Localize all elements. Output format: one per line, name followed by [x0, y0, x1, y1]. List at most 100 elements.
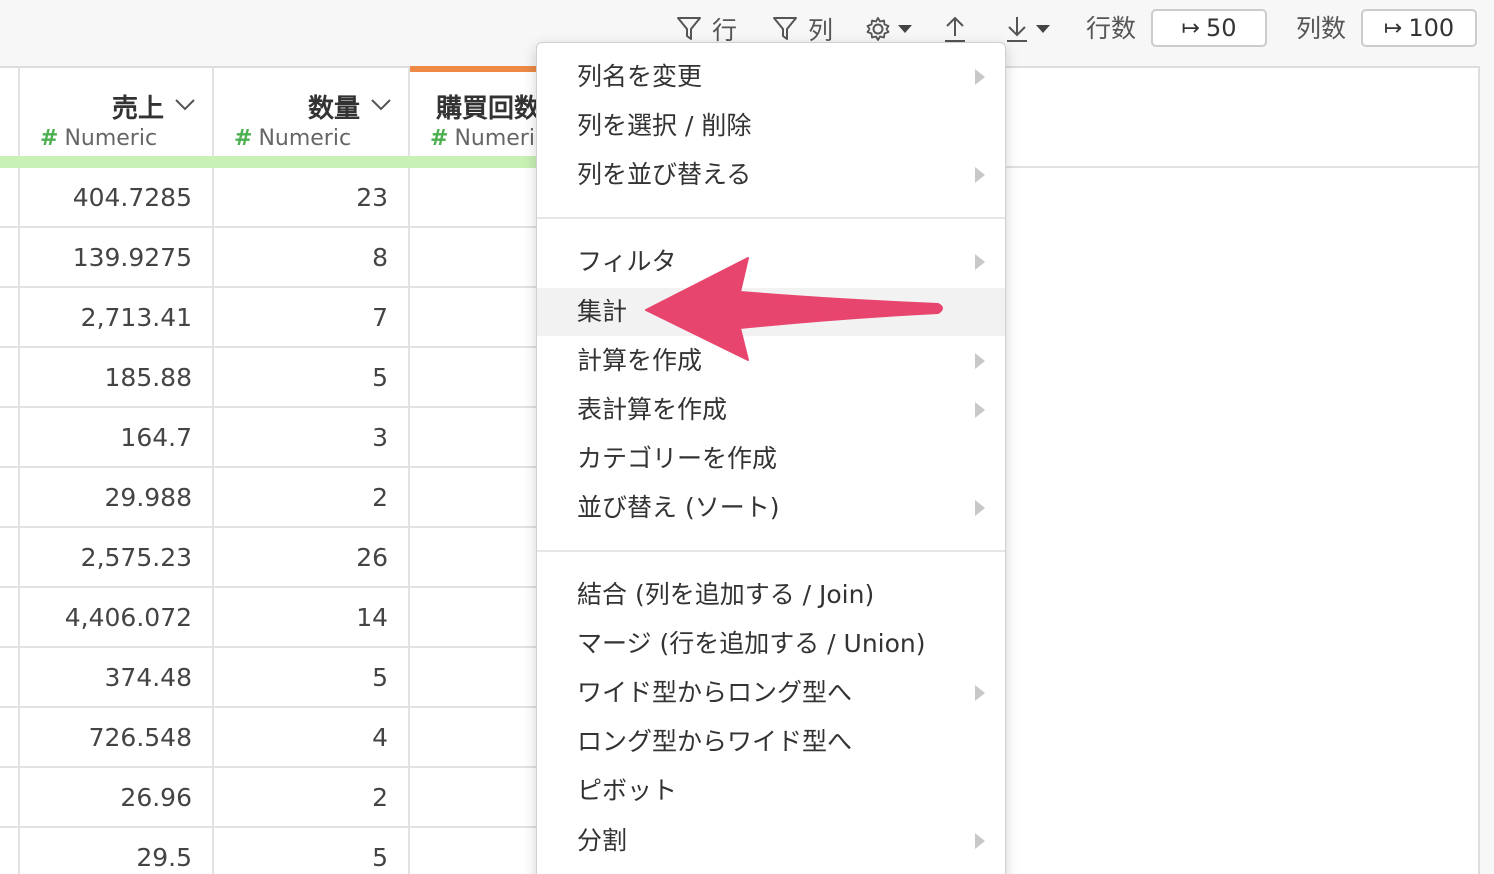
table-cell-sales[interactable]: 726.548 — [20, 708, 214, 766]
menu-item-aggregate[interactable]: 集計 — [537, 288, 1005, 336]
menu-item-wide-to-long[interactable]: ワイド型からロング型へ — [537, 669, 1005, 717]
table-cell[interactable] — [0, 768, 20, 826]
table-cell-purchase-count[interactable] — [410, 408, 540, 466]
table-cell-purchase-count[interactable] — [410, 768, 540, 826]
table-cell-purchase-count[interactable] — [410, 528, 540, 586]
column-header-quantity[interactable]: 数量 # Numeric — [214, 68, 410, 168]
table-cell[interactable] — [0, 228, 20, 286]
table-cell-purchase-count[interactable] — [410, 168, 540, 226]
table-cell-purchase-count[interactable] — [410, 348, 540, 406]
menu-item-long-to-wide[interactable]: ロング型からワイド型へ — [537, 718, 1005, 766]
menu-item-join[interactable]: 結合 (列を追加する / Join) — [537, 571, 1005, 619]
table-cell[interactable] — [0, 408, 20, 466]
chevron-down-icon — [898, 25, 912, 33]
table-row[interactable]: 2,575.23 26 — [0, 528, 540, 588]
table-row[interactable]: 26.96 2 — [0, 768, 540, 828]
table-cell-purchase-count[interactable] — [410, 288, 540, 346]
table-cell-quantity[interactable]: 8 — [214, 228, 410, 286]
table-cell-sales[interactable]: 374.48 — [20, 648, 214, 706]
table-cell[interactable] — [0, 648, 20, 706]
table-cell[interactable] — [0, 828, 20, 874]
table-cell-quantity[interactable]: 2 — [214, 768, 410, 826]
table-cell-quantity[interactable]: 5 — [214, 828, 410, 874]
page: 行 列 行数 ↦ 50 列数 ↦ 100 売上 # Numeric 数量 # N… — [0, 0, 1494, 874]
table-cell-sales[interactable]: 26.96 — [20, 768, 214, 826]
table-row[interactable]: 185.88 5 — [0, 348, 540, 408]
menu-item-pivot[interactable]: ピボット — [537, 767, 1005, 815]
table-cell-sales[interactable]: 185.88 — [20, 348, 214, 406]
menu-item-filter[interactable]: フィルタ — [537, 238, 1005, 286]
table-cell-sales[interactable]: 164.7 — [20, 408, 214, 466]
table-cell-purchase-count[interactable] — [410, 588, 540, 646]
active-column-indicator — [410, 66, 540, 72]
table-row[interactable]: 374.48 5 — [0, 648, 540, 708]
table-cell-quantity[interactable]: 7 — [214, 288, 410, 346]
table-cell-quantity[interactable]: 23 — [214, 168, 410, 226]
menu-item-union[interactable]: マージ (行を追加する / Union) — [537, 620, 1005, 668]
header-divider — [1005, 166, 1478, 168]
column-header-previous[interactable] — [0, 68, 20, 168]
table-row[interactable]: 726.548 4 — [0, 708, 540, 768]
table-cell-purchase-count[interactable] — [410, 828, 540, 874]
menu-item-create-calculation[interactable]: 計算を作成 — [537, 337, 1005, 385]
table-row[interactable]: 404.7285 23 — [0, 168, 540, 228]
table-cell-quantity[interactable]: 5 — [214, 348, 410, 406]
table-row[interactable]: 29.988 2 — [0, 468, 540, 528]
menu-item-sort[interactable]: 並び替え (ソート) — [537, 484, 1005, 532]
columns-label: 列数 — [1296, 14, 1347, 43]
table-cell-quantity[interactable]: 14 — [214, 588, 410, 646]
table-cell-quantity[interactable]: 5 — [214, 648, 410, 706]
column-type-label: Numeric — [454, 126, 540, 151]
table-cell[interactable] — [0, 348, 20, 406]
table-cell-sales[interactable]: 404.7285 — [20, 168, 214, 226]
submenu-arrow-icon — [975, 833, 985, 849]
table-cell[interactable] — [0, 528, 20, 586]
table-cell-purchase-count[interactable] — [410, 228, 540, 286]
menu-separator — [537, 217, 1005, 219]
table-cell-sales[interactable]: 2,713.41 — [20, 288, 214, 346]
table-cell-sales[interactable]: 2,575.23 — [20, 528, 214, 586]
column-header-sales[interactable]: 売上 # Numeric — [20, 68, 214, 168]
column-title: 数量 — [307, 94, 360, 124]
menu-item-rename-column[interactable]: 列名を変更 — [537, 53, 1005, 101]
table-row[interactable]: 4,406.072 14 — [0, 588, 540, 648]
column-header-purchase-count[interactable]: 購買回数 # Numeric — [410, 68, 540, 168]
menu-item-reorder-columns[interactable]: 列を並び替える — [537, 151, 1005, 199]
table-cell-purchase-count[interactable] — [410, 648, 540, 706]
table-cell-sales[interactable]: 4,406.072 — [20, 588, 214, 646]
menu-item-create-table-calculation[interactable]: 表計算を作成 — [537, 386, 1005, 434]
submenu-arrow-icon — [975, 254, 985, 270]
table-cell-sales[interactable]: 29.5 — [20, 828, 214, 874]
chevron-down-icon[interactable] — [174, 98, 196, 112]
menu-item-split[interactable]: 分割 — [537, 817, 1005, 865]
table-row[interactable]: 2,713.41 7 — [0, 288, 540, 348]
rows-limit-input[interactable]: ↦ 50 — [1151, 9, 1267, 47]
upload-icon — [945, 16, 965, 42]
table-cell-quantity[interactable]: 26 — [214, 528, 410, 586]
columns-limit-input[interactable]: ↦ 100 — [1361, 9, 1477, 47]
menu-item-create-category[interactable]: カテゴリーを作成 — [537, 435, 1005, 483]
table-row[interactable]: 164.7 3 — [0, 408, 540, 468]
table-cell-sales[interactable]: 29.988 — [20, 468, 214, 526]
table-cell[interactable] — [0, 468, 20, 526]
limit-arrow-icon: ↦ — [1383, 15, 1403, 41]
table-cell[interactable] — [0, 168, 20, 226]
table-cell-sales[interactable]: 139.9275 — [20, 228, 214, 286]
table-row[interactable]: 29.5 5 — [0, 828, 540, 874]
table-cell[interactable] — [0, 288, 20, 346]
submenu-arrow-icon — [975, 402, 985, 418]
column-title: 売上 — [111, 94, 164, 124]
table-cell-quantity[interactable]: 3 — [214, 408, 410, 466]
table-cell-quantity[interactable]: 2 — [214, 468, 410, 526]
table-row[interactable]: 139.9275 8 — [0, 228, 540, 288]
download-icon — [1007, 17, 1027, 42]
menu-item-label: フィルタ — [577, 247, 677, 276]
table-cell-quantity[interactable]: 4 — [214, 708, 410, 766]
chevron-down-icon[interactable] — [370, 98, 392, 112]
table-cell[interactable] — [0, 708, 20, 766]
table-cell-purchase-count[interactable] — [410, 708, 540, 766]
menu-item-select-delete-columns[interactable]: 列を選択 / 削除 — [537, 102, 1005, 150]
download-dropdown-button[interactable] — [1004, 10, 1050, 48]
table-cell[interactable] — [0, 588, 20, 646]
table-cell-purchase-count[interactable] — [410, 468, 540, 526]
